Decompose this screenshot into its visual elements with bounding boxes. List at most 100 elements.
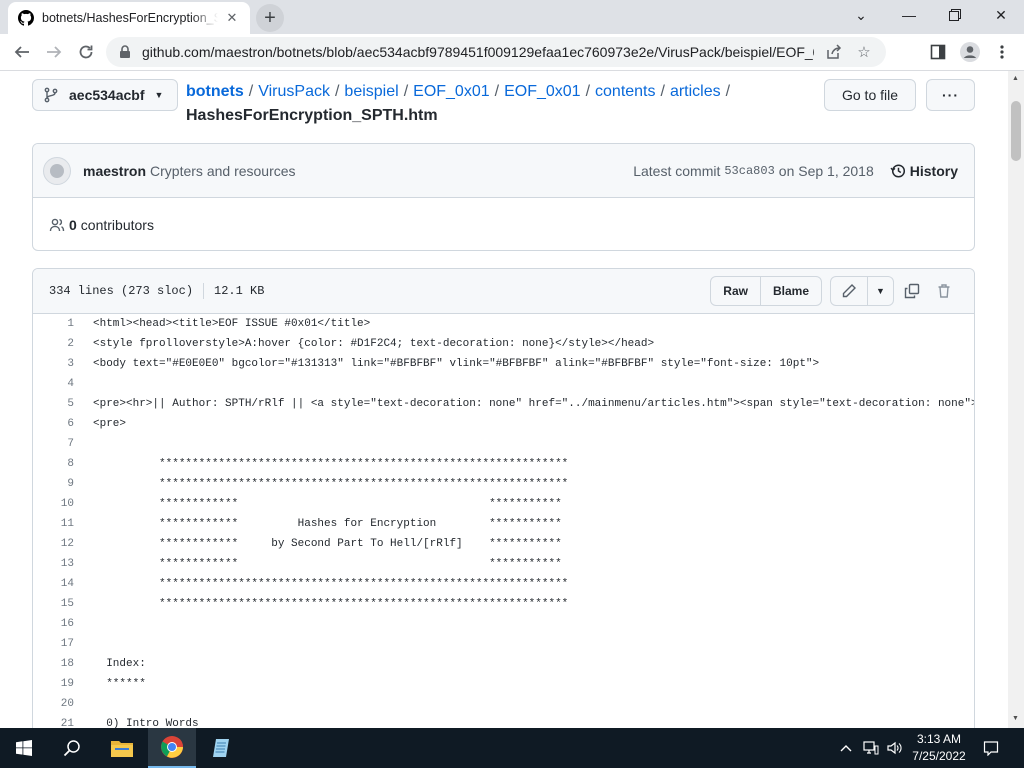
windows-logo-icon [16,740,32,756]
browser-tab[interactable]: botnets/HashesForEncryption_SPTH.htm at … [8,2,250,34]
file-line-count: 334 lines (273 sloc) [49,284,194,299]
line-number[interactable]: 20 [33,698,74,710]
notifications-button[interactable] [980,728,1002,768]
more-options-button[interactable]: ··· [926,79,975,111]
branch-selector[interactable]: aec534acbf ▼ [32,79,178,111]
line-number[interactable]: 13 [33,558,74,570]
tab-close-icon[interactable]: ✕ [224,10,240,26]
breadcrumb-link-beispiel[interactable]: beispiel [344,83,398,100]
code-line: 4 [33,374,974,394]
blame-button[interactable]: Blame [759,277,821,305]
commit-sha-link[interactable]: 53ca803 [724,164,774,178]
line-number[interactable]: 1 [33,318,74,330]
code-line: 6 <pre> [33,414,974,434]
breadcrumb-link-articles[interactable]: articles [670,83,721,100]
line-number[interactable]: 10 [33,498,74,510]
scroll-up-arrow[interactable]: ▲ [1012,75,1019,82]
breadcrumb-separator: / [725,83,731,100]
line-number[interactable]: 19 [33,678,74,690]
latest-commit-box: maestron Crypters and resources Latest c… [32,143,975,251]
chrome-icon [161,736,183,758]
line-content: ************ *********** [93,558,562,570]
code-line: 2 <style fprolloverstyle>A:hover {color: … [33,334,974,354]
line-number[interactable]: 3 [33,358,74,370]
tab-search-icon[interactable]: ⌄ [838,0,884,30]
line-number[interactable]: 17 [33,638,74,650]
go-to-file-button[interactable]: Go to file [824,79,916,111]
line-number[interactable]: 9 [33,478,74,490]
restore-button[interactable] [932,0,978,30]
taskbar-chrome[interactable] [148,728,196,768]
breadcrumb-separator: / [403,83,409,100]
line-number[interactable]: 4 [33,378,74,390]
scroll-down-arrow[interactable]: ▼ [1012,715,1019,722]
clock-time: 3:13 AM [916,732,962,746]
contributors-row[interactable]: 0 contributors [33,198,974,250]
line-number[interactable]: 12 [33,538,74,550]
edit-dropdown-button[interactable]: ▼ [867,277,893,305]
line-content: 0) Intro Words [93,718,199,728]
close-window-button[interactable]: ✕ [978,0,1024,30]
taskbar-file-explorer[interactable] [98,728,146,768]
caret-down-icon: ▼ [154,90,164,100]
taskbar-clock[interactable]: 3:13 AM 7/25/2022 [906,731,972,765]
search-button[interactable] [48,728,96,768]
delete-file-button[interactable] [930,277,958,305]
code-line: 16 [33,614,974,634]
line-number[interactable]: 5 [33,398,74,410]
line-number[interactable]: 18 [33,658,74,670]
show-hidden-icons-button[interactable] [838,728,854,768]
commit-author-link[interactable]: maestron [83,163,146,179]
back-button[interactable] [8,38,36,66]
line-number[interactable]: 14 [33,578,74,590]
lock-icon[interactable] [118,45,132,59]
line-number[interactable]: 6 [33,418,74,430]
start-button[interactable] [0,728,48,768]
line-number[interactable]: 2 [33,338,74,350]
restore-icon [949,9,961,21]
new-tab-button[interactable]: + [256,4,284,32]
url-text[interactable]: github.com/maestron/botnets/blob/aec534a… [142,44,814,60]
line-number[interactable]: 15 [33,598,74,610]
breadcrumb-link-eof-0x01[interactable]: EOF_0x01 [413,83,489,100]
code-listing: 1 <html><head><title>EOF ISSUE #0x01</tit… [33,314,974,728]
notepad-icon [213,739,229,757]
avatar[interactable] [43,156,71,185]
triangle-down-icon: ▼ [876,286,885,296]
side-panel-button[interactable] [924,38,952,66]
line-number[interactable]: 11 [33,518,74,530]
minimize-button[interactable]: — [886,0,932,30]
profile-button[interactable] [956,38,984,66]
taskbar-notepad[interactable] [198,728,246,768]
breadcrumb-link-eof-0x01-inner[interactable]: EOF_0x01 [504,83,580,100]
share-icon[interactable] [824,42,844,62]
edit-file-button[interactable] [831,277,867,305]
network-button[interactable] [860,728,882,768]
code-line: 10 ************ *********** [33,494,974,514]
github-icon [18,10,34,26]
line-number[interactable]: 16 [33,618,74,630]
breadcrumb-repo-link[interactable]: botnets [186,83,244,100]
breadcrumb-link-contents[interactable]: contents [595,83,655,100]
chrome-menu-button[interactable] [988,38,1016,66]
volume-button[interactable] [884,728,906,768]
profile-avatar-icon [960,42,980,62]
line-number[interactable]: 7 [33,438,74,450]
forward-button[interactable] [40,38,68,66]
scroll-thumb[interactable] [1011,101,1021,161]
bookmark-star-icon[interactable]: ☆ [854,42,874,62]
line-number[interactable]: 8 [33,458,74,470]
page-scrollbar[interactable]: ▲ ▼ [1008,71,1024,728]
raw-button[interactable]: Raw [711,277,760,305]
breadcrumb-link-viruspack[interactable]: VirusPack [258,83,330,100]
history-link[interactable]: History [890,163,958,179]
line-number[interactable]: 21 [33,718,74,728]
reload-button[interactable] [72,38,100,66]
kebab-menu-icon [1000,45,1004,59]
commit-message-link[interactable]: Crypters and resources [150,163,296,179]
contributors-count: 0 [69,216,77,233]
copy-raw-button[interactable] [898,277,926,305]
address-bar[interactable]: github.com/maestron/botnets/blob/aec534a… [106,37,886,67]
network-icon [863,741,879,755]
code-line: 3 <body text="#E0E0E0" bgcolor="#131313" … [33,354,974,374]
